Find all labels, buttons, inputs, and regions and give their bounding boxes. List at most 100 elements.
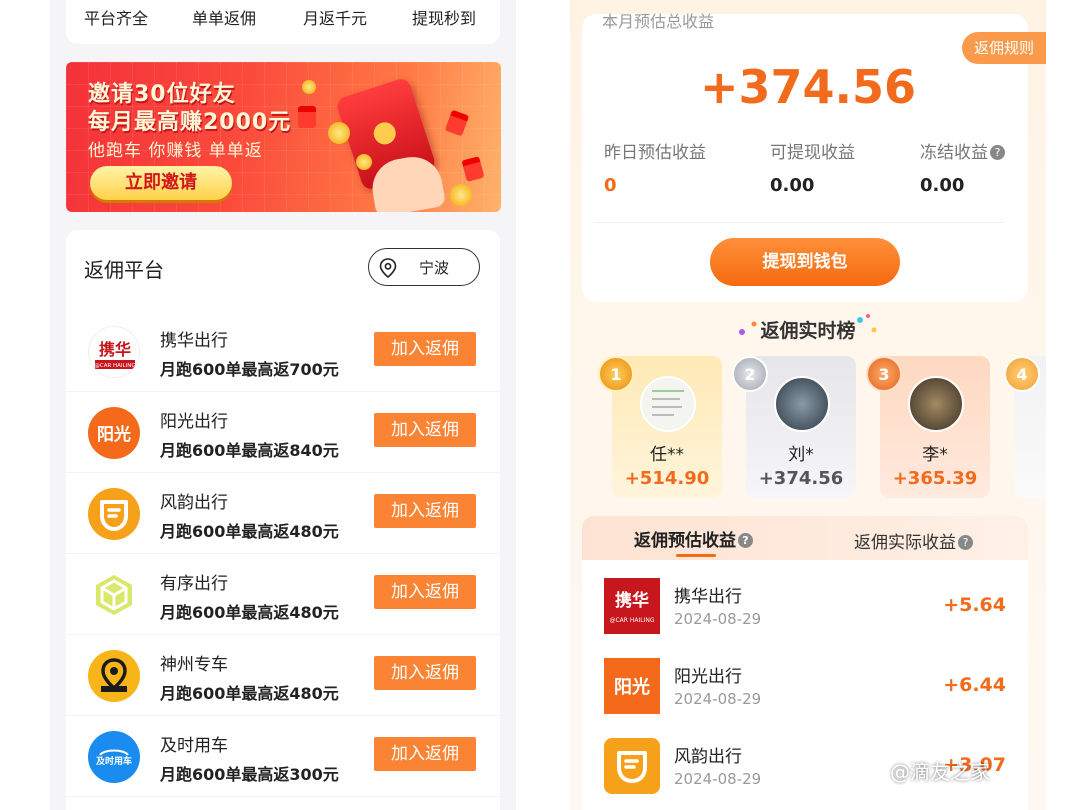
rank-card[interactable]: 4 (1004, 356, 1046, 498)
income-tabs: 返佣预估收益? 返佣实际收益? (582, 516, 1028, 560)
income-date: 2024-08-29 (674, 610, 762, 628)
confetti-decoration (857, 314, 877, 333)
income-date: 2024-08-29 (674, 770, 762, 788)
stat-label: 冻结收益? (920, 138, 1005, 163)
banner-tagline: 他跑车 你赚钱 单单返 (88, 141, 263, 161)
earnings-title: 本月预估总收益 (602, 12, 715, 31)
join-rebate-button[interactable]: 加入返佣 (374, 656, 476, 690)
platform-list-card: 返佣平台 宁波 携华 @CAR HAILING 携华出行 月跑600单最高返70… (66, 230, 500, 810)
stat-value: 0.00 (770, 175, 815, 196)
platform-row: 有序出行 月跑600单最高返480元 加入返佣 (66, 555, 500, 635)
avatar (908, 376, 964, 432)
platform-name: 及时用车 (160, 736, 228, 756)
fengyun-logo (604, 738, 660, 794)
withdraw-to-wallet-button[interactable]: 提现到钱包 (710, 238, 900, 286)
platform-section-title: 返佣平台 (84, 258, 164, 282)
income-amount: +5.64 (943, 594, 1006, 616)
help-icon[interactable]: ? (738, 533, 753, 548)
platform-rebate-desc: 月跑600单最高返480元 (160, 603, 339, 622)
platform-rebate-desc: 月跑600单最高返700元 (160, 360, 339, 379)
gold-medal-icon: 1 (598, 356, 634, 392)
bronze-medal-icon: 3 (866, 356, 902, 392)
invite-now-button[interactable]: 立即邀请 (90, 166, 232, 200)
watermark: @滴友之家 (890, 760, 990, 784)
svg-text:携华: 携华 (615, 590, 649, 611)
income-platform-name: 携华出行 (674, 587, 742, 607)
platform-row: 及时用车 及时用车 月跑600单最高返300元 加入返佣 (66, 717, 500, 797)
platform-rebate-desc: 月跑600单最高返840元 (160, 441, 339, 460)
city-selector[interactable]: 宁波 (368, 248, 480, 286)
location-pin-icon (379, 258, 397, 278)
shenzhou-logo (88, 650, 140, 702)
feature-label: 提现秒到 (412, 9, 477, 28)
right-screen: 本月预估总收益 返佣规则 +374.56 昨日预估收益 可提现收益 冻结收益? … (570, 0, 1046, 810)
feature-label: 单单返佣 (192, 9, 257, 28)
tab-actual-income[interactable]: 返佣实际收益? (854, 528, 973, 553)
help-icon[interactable]: ? (990, 145, 1005, 160)
income-platform-name: 阳光出行 (674, 667, 742, 687)
join-rebate-button[interactable]: 加入返佣 (374, 332, 476, 366)
platform-rebate-desc: 月跑600单最高返300元 (160, 765, 339, 784)
join-rebate-button[interactable]: 加入返佣 (374, 737, 476, 771)
silver-medal-icon: 2 (732, 356, 768, 392)
feature-label: 月返千元 (303, 9, 368, 28)
red-packet-icon (298, 106, 316, 128)
confetti-decoration (739, 321, 757, 335)
svg-text:阳光: 阳光 (614, 676, 650, 698)
rank-card[interactable]: 1 任** +514.90 (598, 356, 722, 498)
platform-row: 风韵出行 月跑600单最高返480元 加入返佣 (66, 474, 500, 554)
yangguang-logo: 阳光 (604, 658, 660, 714)
platform-row: 阳光 阳光出行 月跑600单最高返840元 加入返佣 (66, 393, 500, 473)
join-rebate-button[interactable]: 加入返佣 (374, 413, 476, 447)
left-screen: 平台齐全 单单返佣 月返千元 提现秒到 邀请30位好友 每月最高赚2000元 他… (50, 0, 516, 810)
feature-strip: 平台齐全 单单返佣 月返千元 提现秒到 (66, 0, 500, 44)
rank-user-name: 刘* (788, 445, 814, 465)
platform-name: 神州专车 (160, 655, 228, 675)
platform-row: 神州专车 月跑600单最高返480元 加入返佣 (66, 636, 500, 716)
stat-value: 0.00 (920, 175, 965, 196)
rank-card[interactable]: 3 李* +365.39 (866, 356, 990, 498)
avatar (640, 376, 696, 432)
svg-text:@CAR HAILING: @CAR HAILING (94, 363, 135, 369)
xiehua-logo: 携华 @CAR HAILING (88, 326, 140, 378)
invite-banner[interactable]: 邀请30位好友 每月最高赚2000元 他跑车 你赚钱 单单返 立即邀请 (66, 62, 501, 212)
avatar (774, 376, 830, 432)
svg-text:阳光: 阳光 (97, 424, 131, 445)
rank-amount: +374.56 (758, 468, 844, 489)
svg-text:及时用车: 及时用车 (96, 755, 132, 767)
fengyun-logo (88, 488, 140, 540)
income-amount: +6.44 (943, 674, 1006, 696)
coin-icon (450, 184, 472, 206)
stat-label: 昨日预估收益 (604, 143, 706, 163)
platform-name: 有序出行 (160, 574, 228, 594)
youxu-logo (88, 569, 140, 621)
join-rebate-button[interactable]: 加入返佣 (374, 575, 476, 609)
banner-subheadline: 每月最高赚2000元 (88, 110, 292, 135)
yangguang-logo: 阳光 (88, 407, 140, 459)
help-icon[interactable]: ? (958, 535, 973, 550)
platform-row: 携华 @CAR HAILING 携华出行 月跑600单最高返700元 加入返佣 (66, 312, 500, 392)
coin-icon (356, 154, 372, 170)
list-item[interactable]: 携华 @CAR HAILING 携华出行 2024-08-29 +5.64 (582, 560, 1028, 640)
tab-estimated-income[interactable]: 返佣预估收益? (634, 526, 753, 551)
jishi-logo: 及时用车 (88, 731, 140, 783)
platform-name: 阳光出行 (160, 412, 228, 432)
xiehua-logo: 携华 @CAR HAILING (604, 578, 660, 634)
income-platform-name: 风韵出行 (674, 747, 742, 767)
platform-name: 携华出行 (160, 331, 228, 351)
active-tab-indicator (676, 554, 716, 557)
coin-icon (328, 122, 350, 144)
rank-card[interactable]: 2 刘* +374.56 (732, 356, 856, 498)
stat-label: 可提现收益 (770, 143, 855, 163)
rank-user-name: 任** (650, 445, 684, 465)
ranking-title: 返佣实时榜 (760, 320, 856, 342)
platform-rebate-desc: 月跑600单最高返480元 (160, 522, 339, 541)
feature-label: 平台齐全 (84, 9, 149, 28)
rank-amount: +365.39 (892, 468, 978, 489)
stat-value: 0 (604, 175, 617, 196)
svg-text:携华: 携华 (99, 340, 131, 359)
svg-text:@CAR HAILING: @CAR HAILING (609, 617, 654, 624)
coin-icon (302, 80, 316, 94)
join-rebate-button[interactable]: 加入返佣 (374, 494, 476, 528)
list-item[interactable]: 阳光 阳光出行 2024-08-29 +6.44 (582, 640, 1028, 720)
